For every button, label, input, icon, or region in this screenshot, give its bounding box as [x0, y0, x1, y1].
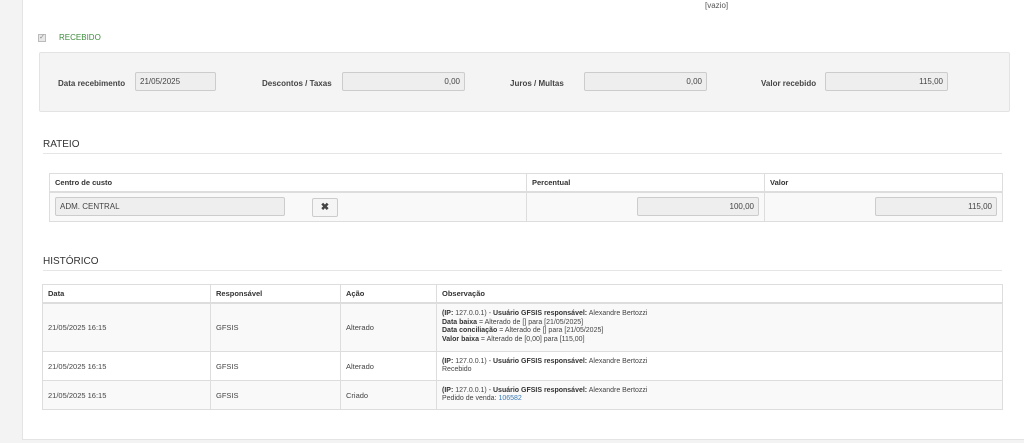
user-value: Alexandre Bertozzi: [588, 357, 648, 365]
data-recebimento-input[interactable]: 21/05/2025: [135, 72, 216, 91]
valor-input[interactable]: 115,00: [875, 197, 997, 217]
historico-data-cell: 21/05/2025 16:15: [42, 380, 211, 410]
table-row: 21/05/2025 16:15 GFSIS Alterado (IP: 127…: [42, 302, 1003, 352]
change-label: Valor baixa: [442, 335, 479, 343]
rateio-header-centro: Centro de custo: [49, 173, 527, 193]
historico-responsavel-cell: GFSIS: [210, 302, 341, 352]
rateio-header-percentual: Percentual: [526, 173, 765, 193]
ip-label: (IP:: [442, 310, 454, 318]
user-value: Alexandre Bertozzi: [588, 310, 648, 318]
change-value: = Alterado de [] para [21/05/2025]: [478, 318, 584, 326]
historico-acao-cell: Alterado: [340, 302, 437, 352]
ip-value: 127.0.0.1) -: [455, 386, 492, 394]
historico-header-acao: Ação: [340, 284, 437, 304]
table-row: 21/05/2025 16:15 GFSIS Alterado (IP: 127…: [42, 351, 1003, 381]
historico-observacao-cell: (IP: 127.0.0.1) - Usuário GFSIS responsá…: [436, 351, 1003, 381]
user-value: Alexandre Bertozzi: [588, 386, 648, 394]
payment-details-well: Data recebimento 21/05/2025 Descontos / …: [39, 52, 1010, 112]
historico-responsavel-cell: GFSIS: [210, 380, 341, 410]
ip-label: (IP:: [442, 357, 454, 365]
historico-table: Data Responsável Ação Observação 21/05/2…: [42, 284, 1003, 410]
rateio-header-valor: Valor: [764, 173, 1003, 193]
pedido-link[interactable]: 106582: [498, 395, 521, 402]
rateio-valor-cell: 115,00: [764, 191, 1003, 222]
main-panel: [vazio] ✓ RECEBIDO Data recebimento 21/0…: [22, 0, 1024, 440]
recebido-checkbox[interactable]: ✓: [38, 33, 46, 42]
obs-text: Recebido: [442, 366, 472, 373]
check-icon: ✓: [39, 34, 45, 41]
descontos-label: Descontos / Taxas: [262, 79, 332, 88]
historico-data-cell: 21/05/2025 16:15: [42, 302, 211, 352]
close-icon: ✖: [320, 201, 330, 213]
historico-observacao-cell: (IP: 127.0.0.1) - Usuário GFSIS responsá…: [436, 302, 1003, 352]
change-label: Data conciliação: [442, 327, 498, 335]
historico-acao-cell: Alterado: [340, 351, 437, 381]
centro-custo-input[interactable]: ADM. CENTRAL: [55, 197, 285, 217]
remove-centro-button[interactable]: ✖: [312, 197, 338, 217]
valor-recebido-label: Valor recebido: [761, 79, 817, 88]
historico-data-cell: 21/05/2025 16:15: [42, 351, 211, 381]
data-recebimento-label: Data recebimento: [58, 79, 126, 88]
descontos-input[interactable]: 0,00: [342, 72, 465, 91]
ip-label: (IP:: [442, 386, 454, 394]
rateio-centro-cell: ADM. CENTRAL ✖: [49, 191, 527, 222]
valor-recebido-input[interactable]: 115,00: [825, 72, 948, 91]
user-label: Usuário GFSIS responsável:: [493, 310, 588, 318]
juros-label: Juros / Multas: [510, 79, 564, 88]
recebido-row: ✓ RECEBIDO: [38, 33, 101, 42]
change-value: = Alterado de [0,00] para [115,00]: [480, 335, 585, 343]
empty-value-text: [vazio]: [705, 1, 729, 10]
historico-section-title: HISTÓRICO: [43, 256, 1002, 271]
user-label: Usuário GFSIS responsável:: [493, 386, 588, 394]
change-label: Data baixa: [442, 318, 478, 326]
ip-value: 127.0.0.1) -: [455, 357, 492, 365]
juros-input[interactable]: 0,00: [584, 72, 707, 91]
historico-acao-cell: Criado: [340, 380, 437, 410]
ip-value: 127.0.0.1) -: [455, 310, 492, 318]
rateio-percentual-cell: 100,00: [526, 191, 765, 222]
change-value: = Alterado de [] para [21/05/2025]: [499, 327, 604, 335]
pedido-label: Pedido de venda:: [442, 395, 497, 402]
historico-header-responsavel: Responsável: [210, 284, 341, 304]
historico-responsavel-cell: GFSIS: [210, 351, 341, 381]
rateio-table: Centro de custo Percentual Valor ADM. CE…: [49, 173, 1003, 222]
table-row: ADM. CENTRAL ✖ 100,00 115,00: [49, 191, 1003, 222]
historico-header-observacao: Observação: [436, 284, 1003, 304]
percentual-input[interactable]: 100,00: [637, 197, 759, 217]
historico-header-data: Data: [42, 284, 211, 304]
table-row: 21/05/2025 16:15 GFSIS Criado (IP: 127.0…: [42, 380, 1003, 410]
rateio-section-title: RATEIO: [43, 139, 1002, 154]
user-label: Usuário GFSIS responsável:: [493, 357, 588, 365]
historico-observacao-cell: (IP: 127.0.0.1) - Usuário GFSIS responsá…: [436, 380, 1003, 410]
recebido-label: RECEBIDO: [59, 33, 101, 42]
